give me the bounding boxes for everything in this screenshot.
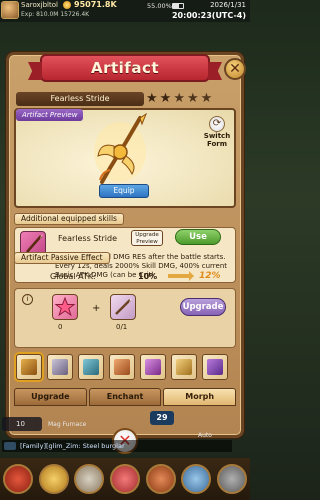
artifact-slot[interactable] (140, 354, 166, 380)
star-icon: ★ (159, 91, 172, 106)
nav-family-icon[interactable] (181, 464, 212, 494)
tab-morph[interactable]: Morph (163, 388, 237, 406)
nav-hero-icon[interactable] (2, 464, 33, 494)
nav-more-icon[interactable] (217, 464, 248, 494)
switch-form-button[interactable]: ⟳ Switch Form (200, 116, 234, 148)
passive-header: Artifact Passive Effect (14, 252, 110, 264)
stat-label: Global ATK: (50, 272, 96, 281)
player-avatar[interactable] (1, 1, 19, 19)
arrow-right-icon (168, 271, 194, 281)
power-icon (63, 1, 71, 9)
artifact-slot[interactable] (202, 354, 228, 380)
star-icon: ★ (173, 91, 185, 106)
artifact-grid (14, 350, 236, 386)
artifact-name: Fearless Stride (16, 92, 144, 106)
tab-upgrade[interactable]: Upgrade (14, 388, 87, 406)
artifact-slot[interactable] (47, 354, 73, 380)
bottom-nav (0, 458, 250, 500)
artifact-slot[interactable] (78, 354, 104, 380)
tab-enchant[interactable]: Enchant (88, 388, 162, 406)
star-material-icon[interactable] (52, 294, 78, 320)
battery-percent: 55.00% (147, 2, 172, 10)
upgrade-preview-button[interactable]: Upgrade Preview (131, 230, 163, 246)
time-text: 20:00:23(UTC-4) (171, 11, 246, 20)
switch-form-label: Switch Form (203, 132, 231, 148)
equip-button[interactable]: Equip (99, 184, 149, 198)
level-badge: 29 (150, 411, 174, 425)
auto-label[interactable]: Auto (198, 432, 212, 439)
star-icon: ★ (186, 91, 199, 106)
skill-name: Fearless Stride (58, 234, 118, 243)
artifact-slot[interactable] (109, 354, 135, 380)
tab-bar: Upgrade Enchant Morph (14, 388, 237, 406)
artifact-slot[interactable] (171, 354, 197, 380)
title-ribbon: Artifact (40, 54, 210, 82)
use-button[interactable]: Use (175, 229, 221, 245)
hp-counter: 10 (2, 417, 42, 431)
battery-icon (172, 3, 184, 9)
material-count: 0 (58, 323, 63, 331)
nav-armory-icon[interactable] (74, 464, 105, 494)
stat-next-value: 12% (199, 271, 221, 281)
star-icon: ★ (200, 91, 213, 106)
close-panel-button[interactable]: ✕ (224, 58, 246, 80)
player-name: Saroxjbltol (21, 1, 58, 9)
upgrade-button[interactable]: Upgrade (180, 298, 226, 316)
star-rating: ★ ★ ★ ★ ★ (146, 91, 236, 107)
date-text: 2026/1/31 (210, 1, 246, 9)
exp-readout: Exp: 810.0M 15726.4K (21, 11, 90, 18)
spear-material-icon[interactable] (110, 294, 136, 320)
power-value: 95071.8K (74, 0, 117, 9)
mag-furnace-label[interactable]: Mag Furnace (48, 421, 86, 428)
artifact-slot[interactable] (16, 354, 42, 380)
chat-message[interactable]: [Family][glim_Zim: Steel burglar (2, 440, 232, 452)
page-title: Artifact (90, 59, 160, 77)
info-icon[interactable]: i (22, 294, 33, 305)
spear-artifact-icon (94, 112, 148, 184)
nav-battle-icon[interactable] (109, 464, 140, 494)
star-icon: ★ (146, 91, 158, 106)
stat-current-value: 10% (138, 272, 158, 281)
plus-icon: + (92, 303, 101, 314)
nav-pet-icon[interactable] (38, 464, 69, 494)
nav-castle-icon[interactable] (145, 464, 176, 494)
refresh-icon: ⟳ (209, 116, 225, 132)
skills-header: Additional equipped skills (14, 213, 124, 225)
artifact-preview-label: Artifact Preview (16, 109, 84, 121)
top-hud: Saroxjbltol 95071.8K Exp: 810.0M 15726.4… (0, 0, 250, 22)
material-count: 0/1 (116, 323, 128, 331)
